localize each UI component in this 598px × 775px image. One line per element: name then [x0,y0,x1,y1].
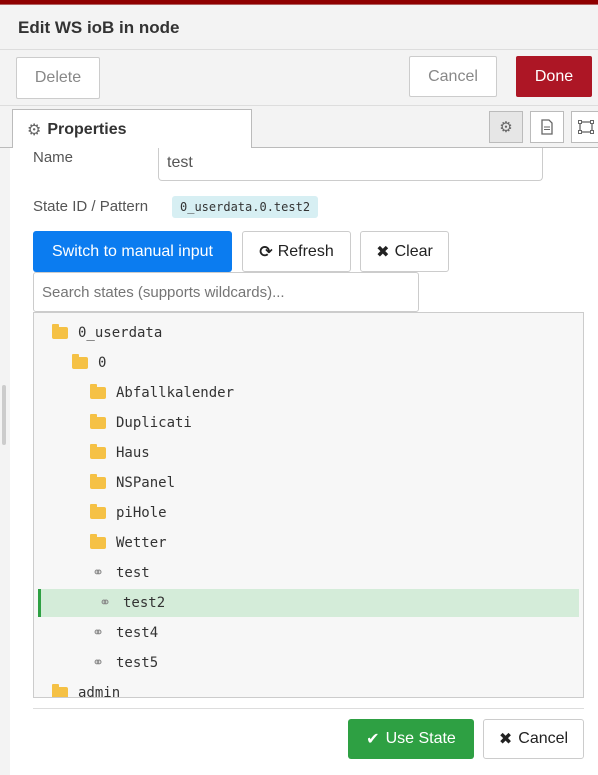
state-id-label: State ID / Pattern [33,198,149,215]
use-state-button[interactable]: ✔ Use State [348,719,474,759]
link-icon: ⚭ [92,565,104,581]
cancel-selector-button[interactable]: ✖ Cancel [483,719,584,759]
tree-item-label: Abfallkalender [116,385,235,401]
use-state-label: Use State [385,730,456,747]
state-id-value: 0_userdata.0.test2 [172,196,319,218]
cancel-selector-label: Cancel [518,730,569,747]
link-icon: ⚭ [92,655,104,671]
manual-input-button[interactable]: Switch to manual input [33,231,232,272]
tree-item-label: NSPanel [116,475,176,491]
tab-properties-label: Properties [47,120,127,138]
settings-tab-button[interactable]: ⚙ [489,111,523,143]
folder-icon [72,354,88,369]
delete-button[interactable]: Delete [16,57,100,99]
tree-item-label: piHole [116,505,167,521]
folder-icon [90,414,106,429]
tree-item-label: test4 [116,625,159,641]
folder-icon [90,474,106,489]
link-icon: ⚭ [92,625,104,641]
tree-item[interactable]: piHole [34,499,583,527]
tree-item[interactable]: ⚭ test4 [34,619,583,647]
tree-item[interactable]: Haus [34,439,583,467]
layout-icon [578,120,594,134]
name-input[interactable]: test [158,148,543,181]
tree-item[interactable]: NSPanel [34,469,583,497]
dialog-title: Edit WS ioB in node [18,18,180,37]
state-tree[interactable]: 0_userdata 0 Abfallkalender Duplicati Haus NS… [33,312,584,698]
folder-icon [90,504,106,519]
action-bar: Delete Cancel Done [0,50,598,106]
appearance-tab-button[interactable] [571,111,598,143]
refresh-button[interactable]: ⟳ Refresh [242,231,351,272]
tree-item-label: test [116,565,150,581]
dialog-header: Edit WS ioB in node [0,5,598,50]
tab-bar: ⚙ Properties ⚙ [0,106,598,149]
refresh-icon: ⟳ [259,243,273,261]
tab-properties[interactable]: ⚙ Properties [12,109,252,149]
tree-item[interactable]: ⚭ test2 [38,589,579,617]
folder-icon [90,384,106,399]
description-tab-button[interactable] [530,111,564,143]
tree-item-label: 0 [98,355,107,371]
refresh-label: Refresh [277,242,334,260]
tree-item[interactable]: ⚭ test5 [34,649,583,677]
clear-button[interactable]: ✖ Clear [360,231,449,272]
folder-icon [90,444,106,459]
tree-item[interactable]: 0_userdata [34,319,583,347]
tree-item-label: test5 [116,655,159,671]
tree-item[interactable]: ⚭ test [34,559,583,587]
name-label: Name [33,149,74,166]
search-input[interactable] [33,272,419,312]
check-icon: ✔ [366,731,380,748]
panel-resize-handle[interactable] [2,385,6,445]
tree-item-label: Wetter [116,535,167,551]
gear-icon: ⚙ [27,121,42,139]
folder-icon [52,324,68,339]
close-icon: ✖ [498,731,513,748]
tree-item-label: admin [78,685,121,698]
footer-divider [33,708,584,709]
link-icon: ⚭ [99,595,111,611]
cancel-button[interactable]: Cancel [409,56,497,97]
tree-item[interactable]: 0 [34,349,583,377]
close-icon: ✖ [376,243,390,261]
done-button[interactable]: Done [516,56,592,97]
tree-item[interactable]: Abfallkalender [34,379,583,407]
tree-item-label: test2 [123,595,166,611]
folder-icon [90,534,106,549]
tree-item[interactable]: Wetter [34,529,583,557]
clear-label: Clear [394,242,433,260]
tree-item[interactable]: admin [34,679,583,698]
tree-item-label: Haus [116,445,150,461]
gear-icon: ⚙ [499,119,513,136]
document-icon [541,119,553,135]
tree-item-label: 0_userdata [78,325,163,341]
tree-item[interactable]: Duplicati [34,409,583,437]
folder-icon [52,684,68,697]
tree-item-label: Duplicati [116,415,192,431]
